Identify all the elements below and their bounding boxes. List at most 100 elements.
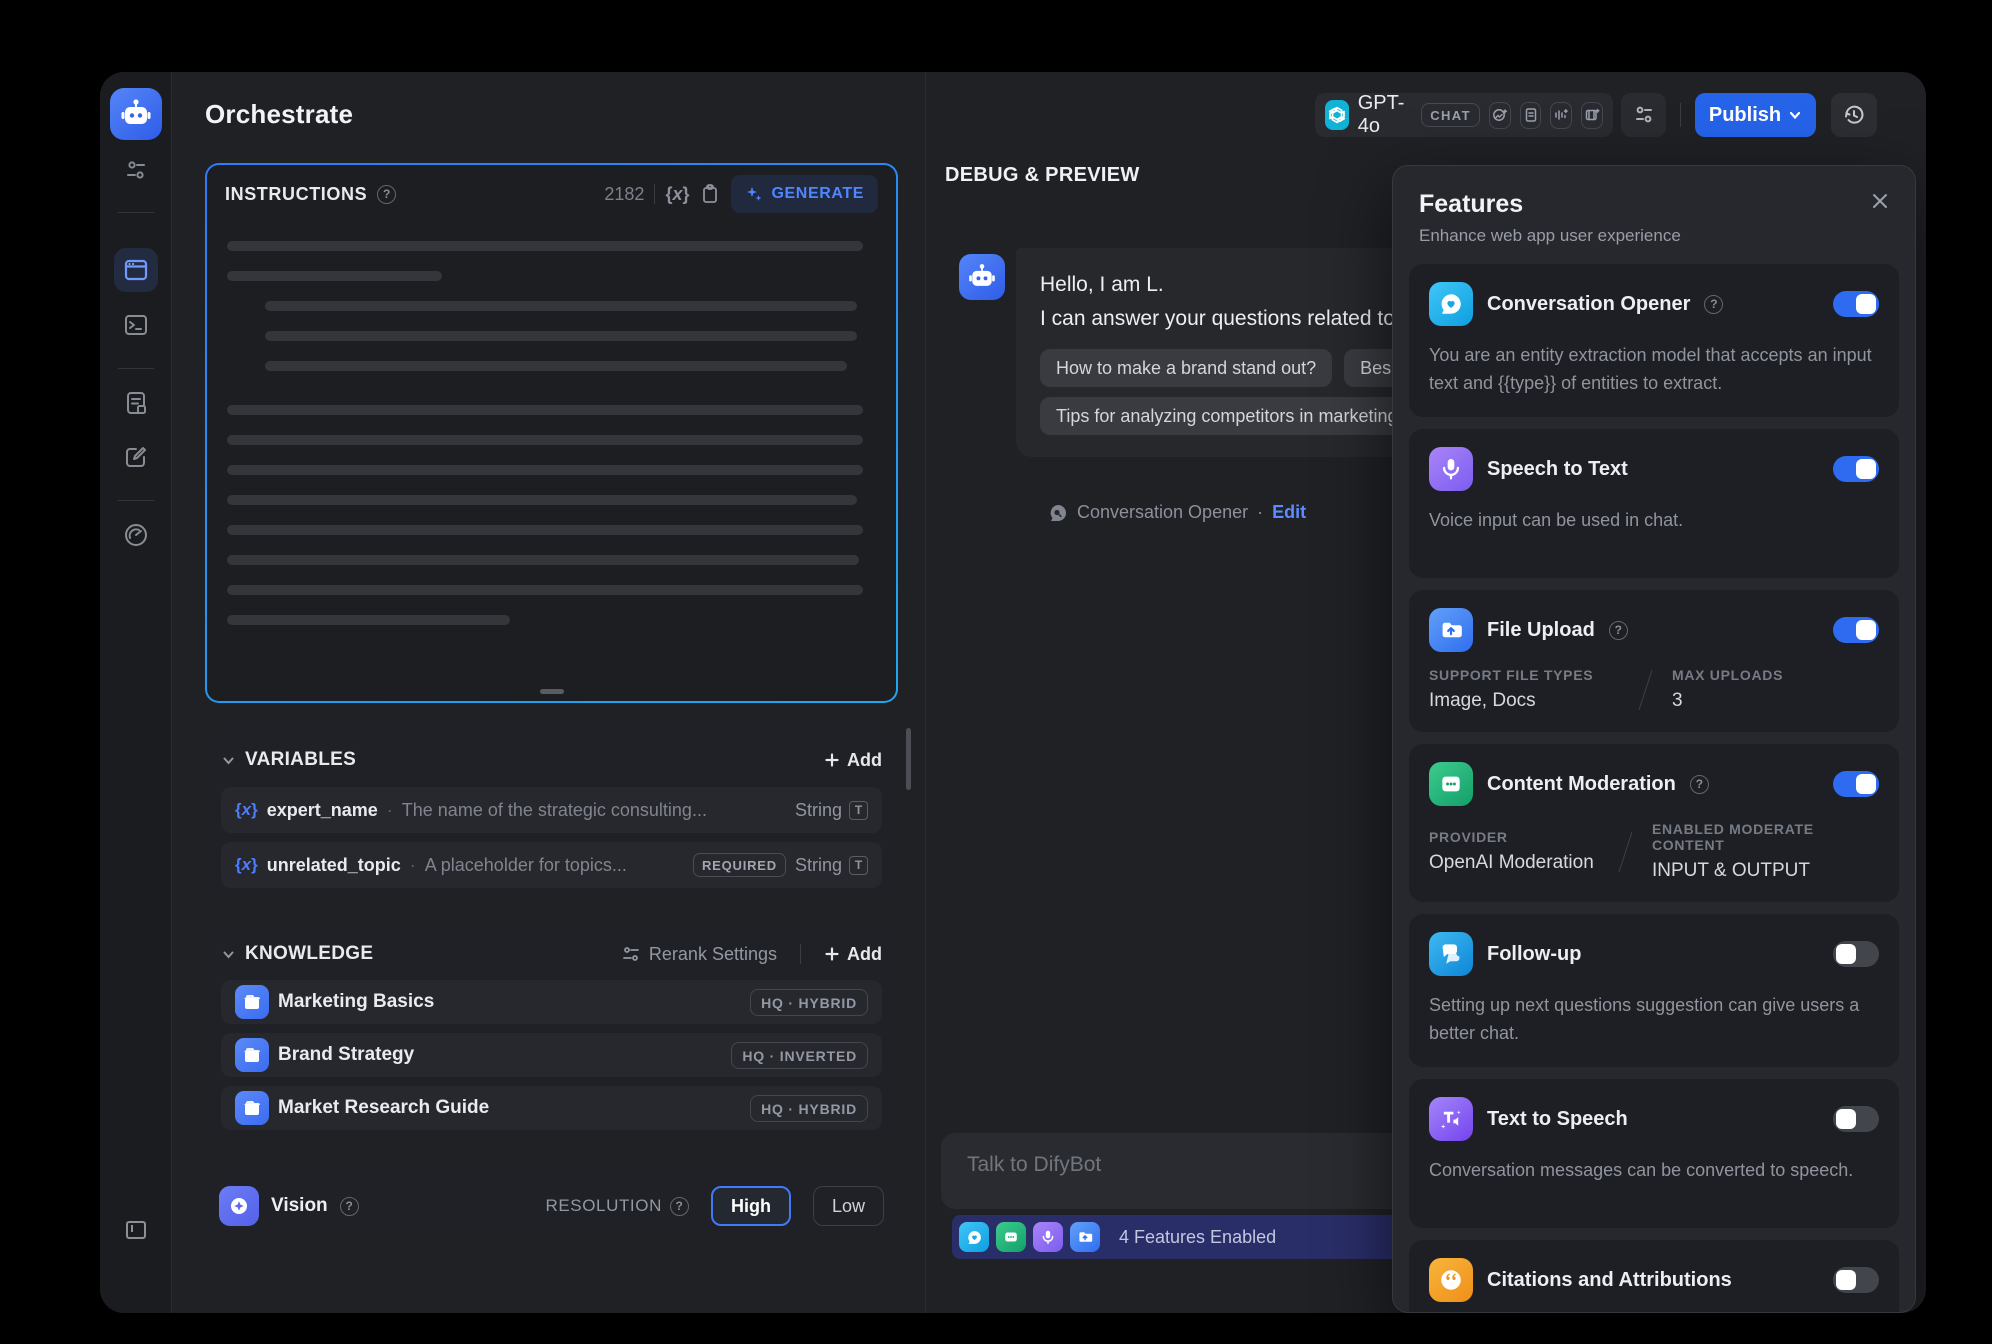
resize-handle[interactable] — [540, 689, 564, 694]
page-title: Orchestrate — [205, 99, 353, 130]
plus-icon — [824, 946, 840, 962]
bot-avatar — [959, 254, 1005, 300]
sidebar-item-monitoring-icon[interactable] — [123, 522, 149, 548]
variable-desc: A placeholder for topics... — [425, 855, 627, 876]
variables-title: VARIABLES — [245, 749, 356, 771]
required-badge: REQUIRED — [693, 853, 786, 877]
version-history-button[interactable] — [1831, 93, 1877, 137]
add-variable-button[interactable]: Add — [824, 750, 882, 771]
variable-icon: {x} — [235, 800, 258, 820]
sidebar-divider — [118, 212, 154, 213]
video-capability-icon — [1581, 102, 1603, 129]
variable-row[interactable]: {x} expert_name · The name of the strate… — [221, 787, 882, 833]
insert-variable-icon[interactable]: {x} — [665, 184, 689, 205]
add-label: Add — [847, 944, 882, 965]
help-icon[interactable]: ? — [377, 185, 396, 204]
settings-sliders-icon[interactable] — [123, 157, 149, 183]
suggestion-pill[interactable]: How to make a brand stand out? — [1040, 349, 1332, 387]
feature-card-citations: Citations and Attributions Show source d… — [1409, 1240, 1899, 1313]
instructions-panel[interactable]: INSTRUCTIONS ? 2182 {x} GENERATE — [205, 163, 898, 703]
skeleton-line — [265, 361, 847, 371]
sidebar-divider — [118, 368, 154, 369]
publish-button[interactable]: Publish — [1695, 93, 1816, 137]
knowledge-doc-icon — [235, 1091, 269, 1125]
feature-title: Follow-up — [1487, 943, 1581, 966]
vision-title: Vision — [271, 1195, 328, 1217]
opener-attribution-row: Conversation Opener · Edit — [1048, 502, 1306, 523]
instructions-title: INSTRUCTIONS — [225, 184, 367, 205]
model-selector[interactable]: GPT-4o CHAT — [1315, 93, 1613, 137]
rerank-settings-button[interactable]: Rerank Settings — [621, 944, 777, 965]
knowledge-item[interactable]: Brand Strategy HQ · INVERTED — [221, 1033, 882, 1077]
close-icon[interactable] — [1869, 190, 1891, 212]
feature-description: Setting up next questions suggestion can… — [1429, 991, 1879, 1047]
knowledge-item[interactable]: Market Research Guide HQ · HYBRID — [221, 1086, 882, 1130]
sidebar-divider — [118, 500, 154, 501]
document-capability-icon — [1520, 102, 1542, 129]
sidebar-item-logs-icon[interactable] — [123, 390, 149, 416]
stat-label: MAX UPLOADS — [1672, 667, 1862, 683]
add-knowledge-button[interactable]: Add — [824, 944, 882, 965]
toggle-speech-to-text[interactable] — [1833, 456, 1879, 482]
add-label: Add — [847, 750, 882, 771]
skeleton-line — [265, 301, 857, 311]
app-logo-robot-icon[interactable] — [110, 88, 162, 140]
chevron-down-icon[interactable] — [221, 947, 236, 962]
help-icon[interactable]: ? — [1704, 295, 1723, 314]
skeleton-line — [227, 405, 863, 415]
screen: Orchestrate GPT-4o CHAT — [0, 0, 1992, 1344]
features-title: Features — [1419, 190, 1889, 219]
sidebar-item-annotation-icon[interactable] — [123, 444, 149, 470]
vision-row: Vision ? RESOLUTION ? High Low — [205, 1175, 898, 1237]
toggle-follow-up[interactable] — [1833, 941, 1879, 967]
toggle-conversation-opener[interactable] — [1833, 291, 1879, 317]
knowledge-badge: HQ · HYBRID — [750, 1095, 868, 1122]
column-divider — [925, 72, 926, 1313]
collapse-sidebar-icon[interactable] — [124, 1218, 148, 1242]
feature-description: Conversation messages can be converted t… — [1429, 1156, 1879, 1184]
toggle-content-moderation[interactable] — [1833, 771, 1879, 797]
skeleton-line — [265, 331, 857, 341]
text-to-speech-icon — [1429, 1097, 1473, 1141]
knowledge-badge: HQ · INVERTED — [731, 1042, 868, 1069]
chevron-down-icon[interactable] — [221, 753, 236, 768]
knowledge-title: KNOWLEDGE — [245, 943, 373, 965]
feature-title: Speech to Text — [1487, 458, 1628, 481]
follow-up-icon — [1429, 932, 1473, 976]
features-panel: Features Enhance web app user experience… — [1392, 165, 1916, 1313]
stat-label: PROVIDER — [1429, 829, 1599, 845]
app-window: Orchestrate GPT-4o CHAT — [100, 72, 1926, 1313]
help-icon[interactable]: ? — [1609, 621, 1628, 640]
text-type-icon[interactable]: T — [849, 856, 868, 875]
feature-title: Conversation Opener — [1487, 293, 1690, 316]
generate-button[interactable]: GENERATE — [731, 175, 878, 213]
knowledge-badge: HQ · HYBRID — [750, 989, 868, 1016]
features-subtitle: Enhance web app user experience — [1419, 226, 1889, 246]
variable-name: expert_name — [267, 800, 378, 821]
skeleton-line — [227, 495, 857, 505]
scrollbar-thumb[interactable] — [906, 728, 911, 790]
toggle-text-to-speech[interactable] — [1833, 1106, 1879, 1132]
copy-clipboard-icon[interactable] — [699, 183, 721, 205]
knowledge-name: Marketing Basics — [278, 991, 434, 1013]
opener-label: Conversation Opener — [1077, 502, 1248, 523]
feature-card-content-moderation: Content Moderation ? PROVIDER OpenAI Mod… — [1409, 744, 1899, 902]
toggle-file-upload[interactable] — [1833, 617, 1879, 643]
sidebar-item-terminal-icon[interactable] — [123, 312, 149, 338]
text-type-icon[interactable]: T — [849, 801, 868, 820]
help-icon[interactable]: ? — [1690, 775, 1709, 794]
resolution-high-button[interactable]: High — [711, 1186, 791, 1226]
resolution-low-button[interactable]: Low — [813, 1186, 884, 1226]
stat-value: OpenAI Moderation — [1429, 852, 1599, 874]
sidebar-item-orchestrate-active[interactable] — [114, 248, 158, 292]
variable-row[interactable]: {x} unrelated_topic · A placeholder for … — [221, 842, 882, 888]
openai-logo-icon — [1325, 100, 1349, 130]
knowledge-item[interactable]: Marketing Basics HQ · HYBRID — [221, 980, 882, 1024]
model-params-icon[interactable] — [1621, 93, 1666, 137]
edit-opener-link[interactable]: Edit — [1272, 502, 1306, 523]
help-icon[interactable]: ? — [340, 1197, 359, 1216]
toggle-citations[interactable] — [1833, 1267, 1879, 1293]
stat-value: INPUT & OUTPUT — [1652, 860, 1879, 882]
feature-description: You are an entity extraction model that … — [1429, 341, 1879, 397]
help-icon[interactable]: ? — [670, 1197, 689, 1216]
